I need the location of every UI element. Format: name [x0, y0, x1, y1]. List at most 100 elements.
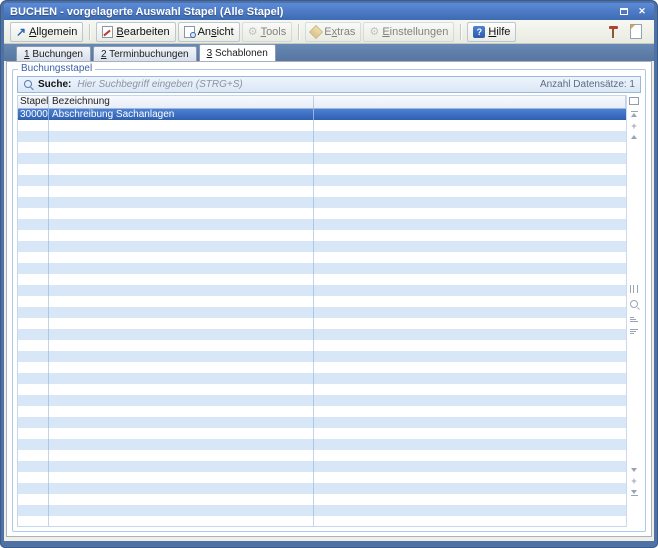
menu-hilfe[interactable]: ? Hilfe	[467, 22, 516, 42]
search-icon	[24, 80, 32, 88]
table-row-empty	[18, 329, 626, 340]
menu-label: Extras	[324, 26, 355, 38]
table-row-empty	[18, 461, 626, 472]
search-placeholder: Hier Suchbegriff eingeben (STRG+S)	[77, 79, 242, 90]
page-up-icon[interactable]	[631, 135, 637, 139]
table-row-empty	[18, 153, 626, 164]
menu-einstellungen: ⚙ Einstellungen	[363, 22, 454, 42]
table-row-empty	[18, 483, 626, 494]
table-row-empty	[18, 252, 626, 263]
hammer-icon[interactable]	[607, 25, 620, 39]
menu-label: Ansicht	[198, 26, 234, 38]
title-bar[interactable]: BUCHEN - vorgelagerte Auswahl Stapel (Al…	[4, 3, 654, 20]
extras-icon	[309, 24, 323, 38]
menu-label: Einstellungen	[382, 26, 448, 38]
table-row-empty	[18, 505, 626, 516]
menu-allgemein[interactable]: ↗ Allgemein	[10, 22, 83, 42]
tab-terminbuchungen[interactable]: 2 Terminbuchungen	[93, 46, 197, 61]
goto-selected-icon[interactable]: +	[631, 122, 636, 130]
cell-filler	[314, 109, 626, 120]
search-label: Suche:	[38, 79, 71, 90]
record-count: Anzahl Datensätze: 1	[540, 79, 635, 90]
goto-last-icon[interactable]	[631, 490, 638, 497]
table-row-selected[interactable]: 30000 Abschreibung Sachanlagen	[18, 109, 626, 120]
toolbar-separator	[89, 24, 90, 40]
table-body: 30000 Abschreibung Sachanlagen	[18, 109, 626, 526]
window-title: BUCHEN - vorgelagerte Auswahl Stapel (Al…	[10, 6, 283, 18]
close-icon[interactable]: ✕	[636, 6, 648, 17]
tab-buchungen[interactable]: 1 Buchungen	[16, 46, 91, 61]
table-header: Stapel Bezeichnung	[18, 96, 626, 109]
table-row-empty	[18, 307, 626, 318]
table-row-empty	[18, 362, 626, 373]
table-row-empty	[18, 428, 626, 439]
goto-selected-bottom-icon[interactable]: +	[631, 477, 636, 485]
table-row-empty	[18, 186, 626, 197]
table-row-empty	[18, 274, 626, 285]
table-row-empty	[18, 230, 626, 241]
column-chooser-icon[interactable]	[629, 96, 639, 105]
table-row-empty	[18, 494, 626, 505]
table-search-icon[interactable]	[630, 300, 638, 310]
menu-label: Bearbeiten	[116, 26, 169, 38]
table-row-empty	[18, 472, 626, 483]
menu-label: Allgemein	[29, 26, 77, 38]
table-row-empty	[18, 516, 626, 526]
table-row-empty	[18, 241, 626, 252]
menu-bar: ↗ Allgemein Bearbeiten Ansicht ⚙ Tools E…	[4, 20, 654, 44]
table-row-empty	[18, 219, 626, 230]
settings-icon: ⚙	[369, 26, 379, 38]
content-panel: Buchungsstapel Suche: Hier Suchbegriff e…	[6, 61, 652, 537]
toolbar-separator	[298, 24, 299, 40]
table-toolbar-rail: + +	[626, 95, 641, 527]
table-row-empty	[18, 131, 626, 142]
table-row-empty	[18, 406, 626, 417]
help-icon: ?	[473, 26, 485, 38]
table-row-empty	[18, 450, 626, 461]
stapel-table: Stapel Bezeichnung 30000 Abschreibung Sa…	[17, 95, 626, 527]
search-bar[interactable]: Suche: Hier Suchbegriff eingeben (STRG+S…	[17, 76, 641, 93]
table-row-empty	[18, 439, 626, 450]
table-row-empty	[18, 395, 626, 406]
table-row-empty	[18, 175, 626, 186]
tools-icon: ⚙	[248, 26, 258, 38]
sort-ascending-icon[interactable]	[630, 317, 638, 322]
table-row-empty	[18, 373, 626, 384]
table-row-empty	[18, 285, 626, 296]
goto-first-icon[interactable]	[631, 110, 638, 117]
cell-stapel[interactable]: 30000	[18, 109, 49, 120]
edit-icon	[102, 26, 113, 38]
table-row-empty	[18, 296, 626, 307]
table-row-empty	[18, 318, 626, 329]
sort-descending-icon[interactable]	[630, 329, 638, 334]
tab-schablonen[interactable]: 3 Schablonen	[199, 44, 276, 61]
column-header-filler	[314, 96, 626, 108]
table-row-empty	[18, 384, 626, 395]
table-row-empty	[18, 340, 626, 351]
column-header-bezeichnung[interactable]: Bezeichnung	[49, 96, 314, 108]
page-down-icon[interactable]	[631, 468, 637, 472]
table-row-empty	[18, 351, 626, 362]
table-row-empty	[18, 263, 626, 274]
groupbox-label: Buchungsstapel	[18, 63, 95, 75]
table-row-empty	[18, 417, 626, 428]
tab-strip: 1 Buchungen 2 Terminbuchungen 3 Schablon…	[4, 44, 654, 61]
menu-ansicht[interactable]: Ansicht	[178, 22, 240, 42]
table-row-empty	[18, 208, 626, 219]
table-row-empty	[18, 142, 626, 153]
cell-bezeichnung[interactable]: Abschreibung Sachanlagen	[49, 109, 314, 120]
table-row-empty	[18, 164, 626, 175]
menu-bearbeiten[interactable]: Bearbeiten	[96, 22, 175, 42]
arrow-ne-icon: ↗	[16, 26, 26, 38]
view-icon	[184, 26, 195, 38]
menu-tools: ⚙ Tools	[242, 22, 293, 42]
table-row-empty	[18, 120, 626, 131]
application-window: BUCHEN - vorgelagerte Auswahl Stapel (Al…	[0, 0, 658, 548]
new-note-icon[interactable]	[630, 24, 642, 39]
menu-label: Hilfe	[488, 26, 510, 38]
column-settings-icon[interactable]	[630, 285, 638, 293]
menu-extras: Extras	[305, 22, 361, 42]
table-row-empty	[18, 197, 626, 208]
restore-icon[interactable]	[618, 6, 630, 17]
column-header-stapel[interactable]: Stapel	[18, 96, 49, 108]
